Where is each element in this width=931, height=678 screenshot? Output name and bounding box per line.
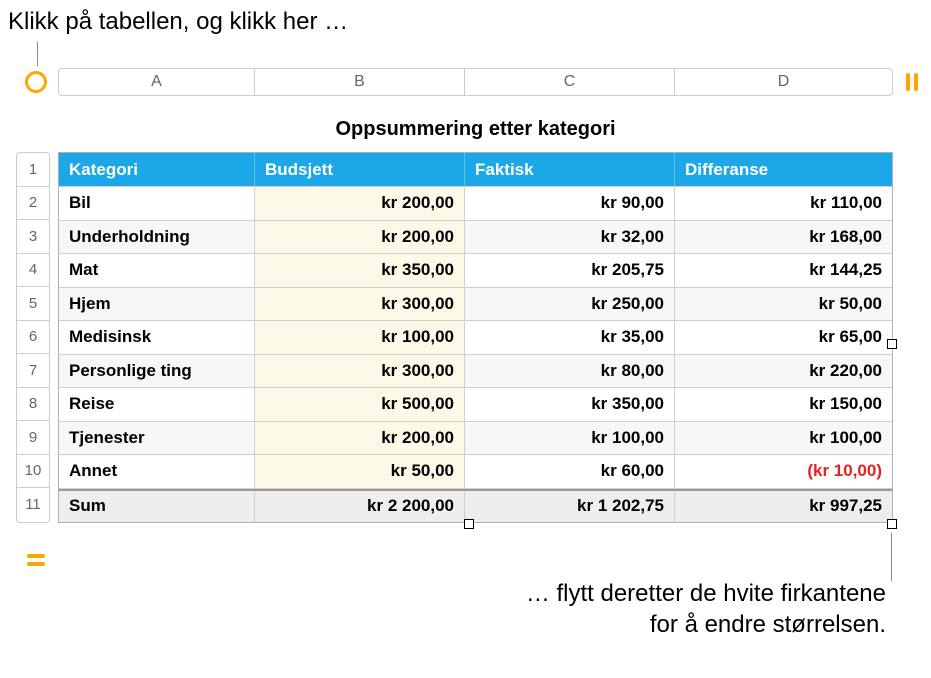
row-headers: 1 2 3 4 5 6 7 8 9 10 11: [16, 152, 50, 523]
table-row: Mat kr 350,00 kr 205,75 kr 144,25: [59, 254, 892, 288]
cell-actual[interactable]: kr 35,00: [465, 321, 675, 354]
cell-budget[interactable]: kr 300,00: [255, 355, 465, 388]
sum-label[interactable]: Sum: [59, 491, 255, 523]
table-title[interactable]: Oppsummering etter kategori: [58, 118, 893, 141]
cell-category[interactable]: Annet: [59, 455, 255, 488]
cell-category[interactable]: Bil: [59, 187, 255, 220]
cell-actual[interactable]: kr 32,00: [465, 221, 675, 254]
cell-category[interactable]: Reise: [59, 388, 255, 421]
table-row: Tjenester kr 200,00 kr 100,00 kr 100,00: [59, 422, 892, 456]
table-select-handle[interactable]: [25, 71, 47, 93]
sum-budget[interactable]: kr 2 200,00: [255, 491, 465, 523]
annotation-bottom-line2: for å endre størrelsen.: [526, 609, 886, 640]
cell-actual[interactable]: kr 350,00: [465, 388, 675, 421]
table-row: Personlige ting kr 300,00 kr 80,00 kr 22…: [59, 355, 892, 389]
header-budget[interactable]: Budsjett: [255, 153, 465, 186]
column-header-a[interactable]: A: [59, 69, 255, 95]
annotation-top: Klikk på tabellen, og klikk her …: [8, 8, 348, 36]
cell-category[interactable]: Tjenester: [59, 422, 255, 455]
cell-actual[interactable]: kr 60,00: [465, 455, 675, 488]
row-header-8[interactable]: 8: [17, 388, 49, 422]
cell-budget[interactable]: kr 300,00: [255, 288, 465, 321]
cell-budget[interactable]: kr 500,00: [255, 388, 465, 421]
cell-budget[interactable]: kr 200,00: [255, 187, 465, 220]
annotation-top-line: [37, 42, 38, 66]
sum-difference[interactable]: kr 997,25: [675, 491, 892, 523]
cell-difference[interactable]: kr 50,00: [675, 288, 892, 321]
table-row: Medisinsk kr 100,00 kr 35,00 kr 65,00: [59, 321, 892, 355]
row-header-4[interactable]: 4: [17, 254, 49, 288]
cell-difference[interactable]: kr 100,00: [675, 422, 892, 455]
cell-difference-negative[interactable]: (kr 10,00): [675, 455, 892, 488]
cell-budget[interactable]: kr 100,00: [255, 321, 465, 354]
column-headers: A B C D: [58, 68, 893, 96]
cell-actual[interactable]: kr 80,00: [465, 355, 675, 388]
row-header-3[interactable]: 3: [17, 220, 49, 254]
column-add-handle[interactable]: [901, 71, 923, 93]
table-row: Reise kr 500,00 kr 350,00 kr 150,00: [59, 388, 892, 422]
table-row: Underholdning kr 200,00 kr 32,00 kr 168,…: [59, 221, 892, 255]
resize-handle-corner[interactable]: [887, 519, 897, 529]
cell-difference[interactable]: kr 65,00: [675, 321, 892, 354]
cell-difference[interactable]: kr 150,00: [675, 388, 892, 421]
table-row: Hjem kr 300,00 kr 250,00 kr 50,00: [59, 288, 892, 322]
column-header-b[interactable]: B: [255, 69, 465, 95]
row-header-2[interactable]: 2: [17, 187, 49, 221]
cell-budget[interactable]: kr 200,00: [255, 422, 465, 455]
cell-category[interactable]: Mat: [59, 254, 255, 287]
cell-budget[interactable]: kr 350,00: [255, 254, 465, 287]
cell-actual[interactable]: kr 250,00: [465, 288, 675, 321]
table-row: Annet kr 50,00 kr 60,00 (kr 10,00): [59, 455, 892, 489]
annotation-bottom-line: [891, 533, 892, 581]
spreadsheet-table: Kategori Budsjett Faktisk Differanse Bil…: [58, 152, 893, 523]
annotation-bottom: … flytt deretter de hvite firkantene for…: [526, 578, 886, 640]
column-header-d[interactable]: D: [675, 69, 892, 95]
table-row: Bil kr 200,00 kr 90,00 kr 110,00: [59, 187, 892, 221]
cell-budget[interactable]: kr 50,00: [255, 455, 465, 488]
cell-difference[interactable]: kr 220,00: [675, 355, 892, 388]
row-add-handle[interactable]: [25, 549, 47, 571]
column-header-c[interactable]: C: [465, 69, 675, 95]
cell-actual[interactable]: kr 90,00: [465, 187, 675, 220]
row-header-11[interactable]: 11: [17, 488, 49, 522]
cell-actual[interactable]: kr 205,75: [465, 254, 675, 287]
header-category[interactable]: Kategori: [59, 153, 255, 186]
row-header-7[interactable]: 7: [17, 354, 49, 388]
cell-actual[interactable]: kr 100,00: [465, 422, 675, 455]
row-header-1[interactable]: 1: [17, 153, 49, 187]
row-header-5[interactable]: 5: [17, 287, 49, 321]
header-difference[interactable]: Differanse: [675, 153, 892, 186]
annotation-bottom-line1: … flytt deretter de hvite firkantene: [526, 578, 886, 609]
cell-category[interactable]: Underholdning: [59, 221, 255, 254]
cell-category[interactable]: Hjem: [59, 288, 255, 321]
cell-budget[interactable]: kr 200,00: [255, 221, 465, 254]
row-header-9[interactable]: 9: [17, 421, 49, 455]
resize-handle-right[interactable]: [887, 339, 897, 349]
header-actual[interactable]: Faktisk: [465, 153, 675, 186]
cell-difference[interactable]: kr 168,00: [675, 221, 892, 254]
cell-category[interactable]: Personlige ting: [59, 355, 255, 388]
row-header-10[interactable]: 10: [17, 455, 49, 489]
cell-category[interactable]: Medisinsk: [59, 321, 255, 354]
table-sum-row: Sum kr 2 200,00 kr 1 202,75 kr 997,25: [59, 489, 892, 523]
table-header-row: Kategori Budsjett Faktisk Differanse: [59, 153, 892, 187]
cell-difference[interactable]: kr 110,00: [675, 187, 892, 220]
cell-difference[interactable]: kr 144,25: [675, 254, 892, 287]
sum-actual[interactable]: kr 1 202,75: [465, 491, 675, 523]
resize-handle-bottom[interactable]: [464, 519, 474, 529]
row-header-6[interactable]: 6: [17, 321, 49, 355]
